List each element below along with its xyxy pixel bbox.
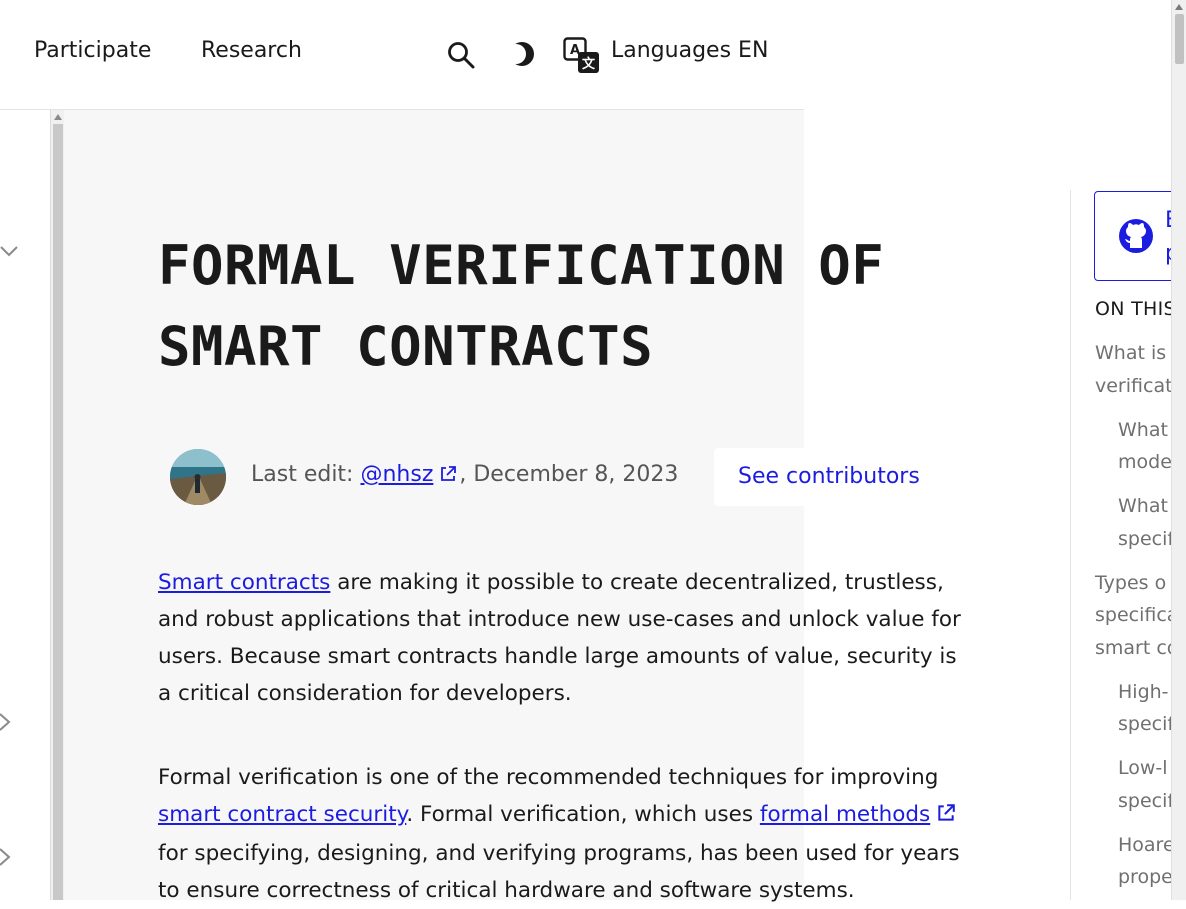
sidebar-scrollbar[interactable]	[50, 110, 64, 900]
toc-item[interactable]: specif	[1118, 785, 1174, 818]
page-title-line-1: FORMAL VERIFICATION OF	[158, 234, 885, 297]
paragraph-intro: Smart contracts are making it possible t…	[158, 564, 968, 712]
scroll-up-arrow-icon[interactable]	[54, 114, 62, 120]
github-icon	[1118, 218, 1154, 258]
avatar[interactable]	[170, 449, 226, 505]
page-title-line-2: SMART CONTRACTS	[158, 315, 654, 378]
top-navigation: Participate Research A 文 Languages EN	[0, 0, 804, 110]
toc-item[interactable]: specif	[1118, 708, 1174, 741]
last-edit-date: , December 8, 2023	[459, 462, 679, 487]
toc-item[interactable]: High-	[1118, 676, 1169, 709]
toc-item[interactable]: smart co	[1095, 632, 1178, 665]
article-meta: Last edit: @nhsz , December 8, 2023 See c…	[170, 448, 938, 506]
sidebar-scroll-thumb[interactable]	[53, 124, 63, 900]
chevron-right-icon[interactable]	[0, 847, 12, 871]
chevron-down-icon[interactable]	[0, 243, 20, 262]
toc-item[interactable]: What is	[1095, 337, 1166, 370]
translate-icon[interactable]: A 文	[563, 37, 601, 79]
nav-research-link[interactable]: Research	[201, 38, 302, 63]
see-contributors-button[interactable]: See contributors	[714, 448, 938, 506]
paragraph-text-a: Formal verification is one of the recomm…	[158, 765, 939, 790]
languages-button[interactable]: Languages EN	[611, 38, 768, 63]
page-title: FORMAL VERIFICATION OF SMART CONTRACTS	[158, 225, 1018, 387]
page-scrollbar[interactable]	[1171, 0, 1186, 900]
toc-heading: ON THIS	[1095, 298, 1176, 320]
nav-participate-link[interactable]: Participate	[34, 38, 151, 63]
page-scroll-thumb[interactable]	[1175, 14, 1184, 64]
toc-item[interactable]: verificat	[1095, 370, 1173, 403]
toc-item[interactable]: What	[1118, 414, 1168, 447]
toc-item[interactable]: Types o	[1095, 567, 1166, 600]
dark-mode-toggle-icon[interactable]	[506, 40, 536, 72]
toc-item[interactable]: Hoare	[1118, 829, 1175, 862]
chevron-right-icon[interactable]	[0, 712, 12, 736]
toc-item[interactable]: Low-l	[1118, 752, 1168, 785]
last-edit-author-link[interactable]: @nhsz	[360, 462, 433, 487]
languages-label: Languages	[611, 38, 732, 63]
svg-text:文: 文	[582, 56, 596, 72]
paragraph-formal-verification: Formal verification is one of the recomm…	[158, 759, 968, 909]
search-icon[interactable]	[446, 40, 476, 74]
last-edit-prefix: Last edit:	[251, 462, 361, 487]
toc-item[interactable]: What	[1118, 490, 1168, 523]
paragraph-text-c: for specifying, designing, and verifying…	[158, 841, 960, 903]
toc-item[interactable]: mode	[1118, 446, 1172, 479]
toc-item[interactable]: prope	[1118, 861, 1173, 894]
paragraph-text-b: . Formal verification, which uses	[406, 802, 760, 827]
smart-contracts-link[interactable]: Smart contracts	[158, 570, 330, 595]
formal-methods-link[interactable]: formal methods	[760, 802, 930, 827]
toc-divider	[1070, 190, 1071, 900]
toc-item[interactable]: specifica	[1095, 599, 1178, 632]
left-sidebar	[0, 110, 50, 900]
toc-item[interactable]: specif	[1118, 523, 1174, 556]
external-link-icon	[936, 798, 956, 835]
external-link-icon	[439, 464, 457, 489]
scroll-up-arrow-icon[interactable]	[1175, 4, 1183, 10]
smart-contract-security-link[interactable]: smart contract security	[158, 802, 406, 827]
language-code: EN	[738, 38, 769, 63]
last-edit-info: Last edit: @nhsz , December 8, 2023	[251, 462, 678, 489]
